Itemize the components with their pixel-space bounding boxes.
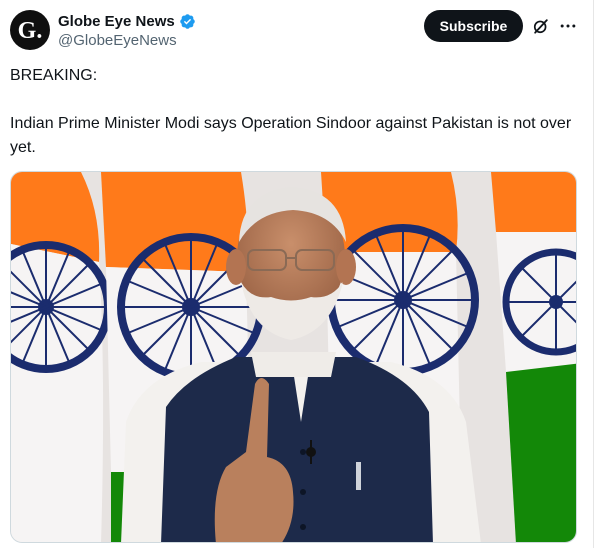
flag-left (11, 172, 112, 542)
avatar[interactable]: G. (10, 10, 50, 50)
more-icon[interactable] (558, 16, 578, 36)
display-name[interactable]: Globe Eye News (58, 13, 175, 30)
author-names: Globe Eye News @GlobeEyeNews (58, 11, 196, 49)
grok-icon[interactable] (531, 16, 551, 36)
verified-badge-icon[interactable] (179, 13, 196, 30)
tweet-card: G. Globe Eye News @GlobeEyeNews Subscrib… (0, 0, 594, 548)
name-row: Globe Eye News (58, 11, 196, 31)
handle[interactable]: @GlobeEyeNews (58, 32, 196, 49)
avatar-logo: G. (17, 17, 43, 44)
tweet-text: BREAKING: Indian Prime Minister Modi say… (10, 64, 580, 160)
tweet-media[interactable] (10, 171, 577, 543)
media-photo (11, 172, 576, 542)
tweet-line-breaking: BREAKING: (10, 67, 98, 84)
subscribe-button[interactable]: Subscribe (424, 10, 523, 42)
tweet-line-body: Indian Prime Minister Modi says Operatio… (10, 115, 572, 156)
tweet-line-gap (10, 88, 580, 112)
tweet-header: G. Globe Eye News @GlobeEyeNews Subscrib… (10, 10, 586, 52)
